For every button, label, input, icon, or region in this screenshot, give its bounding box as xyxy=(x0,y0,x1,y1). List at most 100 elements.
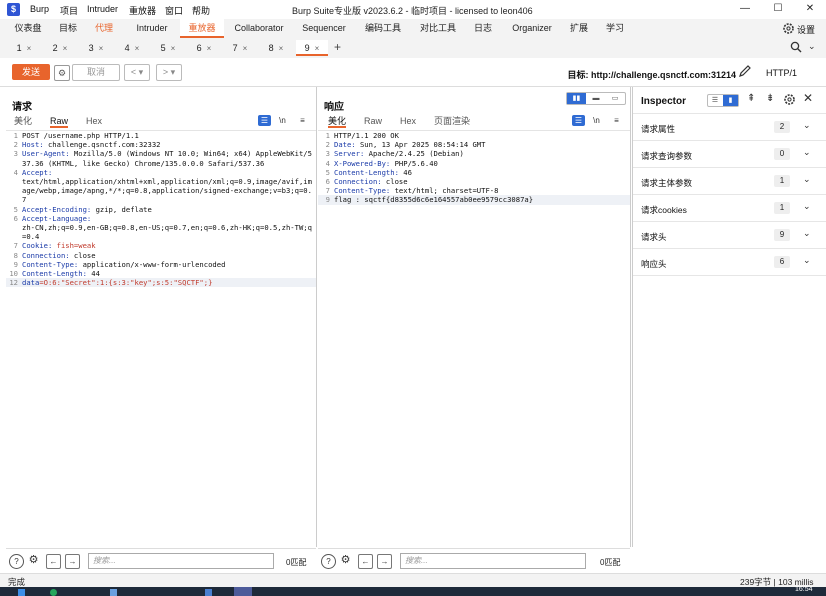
chevron-down-icon[interactable]: ⌄ xyxy=(803,120,811,131)
close-icon[interactable]: × xyxy=(279,44,284,53)
tab-extensions[interactable]: 扩展 xyxy=(564,19,594,38)
history-back-button[interactable]: < ▾ xyxy=(124,64,150,81)
previous-match-arrow-icon[interactable]: ← xyxy=(358,554,373,569)
repeater-tab[interactable]: 8 × xyxy=(260,40,292,56)
menu-help[interactable]: 帮助 xyxy=(192,4,210,17)
close-button[interactable]: ✕ xyxy=(802,2,818,16)
tab-raw[interactable]: Raw xyxy=(364,115,382,128)
inspector-section[interactable]: 请求属性 2 ⌄ xyxy=(633,114,826,141)
close-icon[interactable]: × xyxy=(27,44,32,53)
app-icon[interactable] xyxy=(110,589,117,596)
tab-logger[interactable]: 日志 xyxy=(468,19,498,38)
help-icon[interactable]: ? xyxy=(9,554,24,569)
newline-toggle-icon[interactable]: \n xyxy=(276,115,289,126)
tab-decoder[interactable]: 编码工具 xyxy=(358,19,408,38)
inspector-section[interactable]: 响应头 6 ⌄ xyxy=(633,249,826,276)
inspector-section[interactable]: 请求主体参数 1 ⌄ xyxy=(633,168,826,195)
settings-label[interactable]: 设置 xyxy=(797,23,815,36)
close-icon[interactable]: ✕ xyxy=(803,91,813,105)
repeater-tab[interactable]: 3 × xyxy=(80,40,112,56)
app-icon[interactable] xyxy=(50,589,57,596)
tab-pretty[interactable]: 美化 xyxy=(328,115,347,128)
help-icon[interactable]: ? xyxy=(321,554,336,569)
split-vertical-icon[interactable]: ▮▮ xyxy=(567,93,586,104)
newline-toggle-icon[interactable]: \n xyxy=(590,115,603,126)
history-forward-button[interactable]: > ▾ xyxy=(156,64,182,81)
tab-hex[interactable]: Hex xyxy=(400,115,416,128)
burp-taskbar-icon[interactable] xyxy=(234,587,252,596)
menu-window[interactable]: 窗口 xyxy=(165,4,183,17)
inspector-section[interactable]: 请求头 9 ⌄ xyxy=(633,222,826,249)
search-input[interactable]: 搜索... xyxy=(88,553,274,569)
close-icon[interactable]: × xyxy=(171,44,176,53)
next-match-arrow-icon[interactable]: → xyxy=(65,554,80,569)
editor-menu-icon[interactable]: ≡ xyxy=(296,115,309,126)
request-editor[interactable]: 1 POST /username.php HTTP/1.1 2 Host: chall… xyxy=(6,130,316,547)
menu-intruder[interactable]: Intruder xyxy=(87,4,118,14)
gear-icon[interactable]: ⚙ xyxy=(27,554,40,567)
next-match-arrow-icon[interactable]: → xyxy=(377,554,392,569)
repeater-tab[interactable]: 5 × xyxy=(152,40,184,56)
tab-proxy[interactable]: 代理 xyxy=(88,19,120,38)
send-settings-gear-icon[interactable]: ⚙ xyxy=(54,65,70,81)
tab-pretty[interactable]: 美化 xyxy=(14,115,32,128)
response-editor[interactable]: 1 HTTP/1.1 200 OK 2 Date: Sun, 13 Apr 2025 … xyxy=(318,130,630,547)
edit-target-pencil-icon[interactable] xyxy=(738,64,752,78)
chevron-down-icon[interactable]: ⌄ xyxy=(803,228,811,239)
gear-icon[interactable]: ⚙ xyxy=(339,554,352,567)
repeater-tab[interactable]: 4 × xyxy=(116,40,148,56)
tab-dashboard[interactable]: 仪表盘 xyxy=(8,19,48,38)
close-icon[interactable]: × xyxy=(135,44,140,53)
menu-project[interactable]: 项目 xyxy=(60,4,78,17)
wrap-lines-icon[interactable]: ☰ xyxy=(258,115,271,126)
chevron-down-icon[interactable]: ⌄ xyxy=(803,174,811,185)
tab-hex[interactable]: Hex xyxy=(86,115,102,128)
expand-all-icon[interactable]: ⇞ xyxy=(747,93,755,104)
send-button[interactable]: 发送 xyxy=(12,64,50,80)
chevron-down-icon[interactable]: ⌄ xyxy=(803,147,811,158)
start-icon[interactable] xyxy=(18,589,25,596)
editor-menu-icon[interactable]: ≡ xyxy=(610,115,623,126)
split-horizontal-icon[interactable]: ▬ xyxy=(587,93,605,104)
cancel-button[interactable]: 取消 xyxy=(72,64,120,81)
close-icon[interactable]: × xyxy=(99,44,104,53)
close-icon[interactable]: × xyxy=(63,44,68,53)
tab-raw[interactable]: Raw xyxy=(50,115,69,128)
gear-icon[interactable] xyxy=(783,93,796,106)
inspector-section[interactable]: 请求cookies 1 ⌄ xyxy=(633,195,826,222)
search-input[interactable]: 搜索... xyxy=(400,553,586,569)
menu-burp[interactable]: Burp xyxy=(30,4,49,14)
chevron-down-icon[interactable]: ⌄ xyxy=(808,41,816,52)
close-icon[interactable]: × xyxy=(315,44,320,53)
tab-learn[interactable]: 学习 xyxy=(600,19,630,38)
repeater-tab[interactable]: 2 × xyxy=(44,40,76,56)
tab-repeater[interactable]: 重放器 xyxy=(180,19,224,38)
tab-render[interactable]: 页面渲染 xyxy=(434,115,470,128)
gear-icon[interactable] xyxy=(782,22,795,35)
tab-collaborator[interactable]: Collaborator xyxy=(228,19,290,38)
tabs-layout-icon[interactable]: ▭ xyxy=(606,93,624,104)
panel-icon[interactable]: ▮ xyxy=(723,95,738,106)
close-icon[interactable]: × xyxy=(243,44,248,53)
wrap-lines-icon[interactable]: ☰ xyxy=(572,115,585,126)
repeater-tab[interactable]: 1 × xyxy=(8,40,40,56)
repeater-tab[interactable]: 6 × xyxy=(188,40,220,56)
http-version-select[interactable]: HTTP/1 xyxy=(766,68,797,78)
chevron-down-icon[interactable]: ⌄ xyxy=(803,255,811,266)
repeater-tab-active[interactable]: 9 × xyxy=(296,40,328,56)
tab-target[interactable]: 目标 xyxy=(52,19,84,38)
add-tab-icon[interactable]: + xyxy=(334,40,341,54)
maximize-button[interactable]: ☐ xyxy=(770,2,786,16)
list-icon[interactable]: ☰ xyxy=(708,95,722,106)
previous-match-arrow-icon[interactable]: ← xyxy=(46,554,61,569)
tab-comparer[interactable]: 对比工具 xyxy=(414,19,462,38)
inspector-section[interactable]: 请求查询参数 0 ⌄ xyxy=(633,141,826,168)
repeater-tab[interactable]: 7 × xyxy=(224,40,256,56)
close-icon[interactable]: × xyxy=(207,44,212,53)
tab-sequencer[interactable]: Sequencer xyxy=(296,19,352,38)
tab-intruder[interactable]: Intruder xyxy=(128,19,176,38)
minimize-button[interactable]: — xyxy=(737,2,753,16)
app-icon[interactable] xyxy=(205,589,212,596)
chevron-down-icon[interactable]: ⌄ xyxy=(803,201,811,212)
search-icon[interactable] xyxy=(790,41,802,53)
